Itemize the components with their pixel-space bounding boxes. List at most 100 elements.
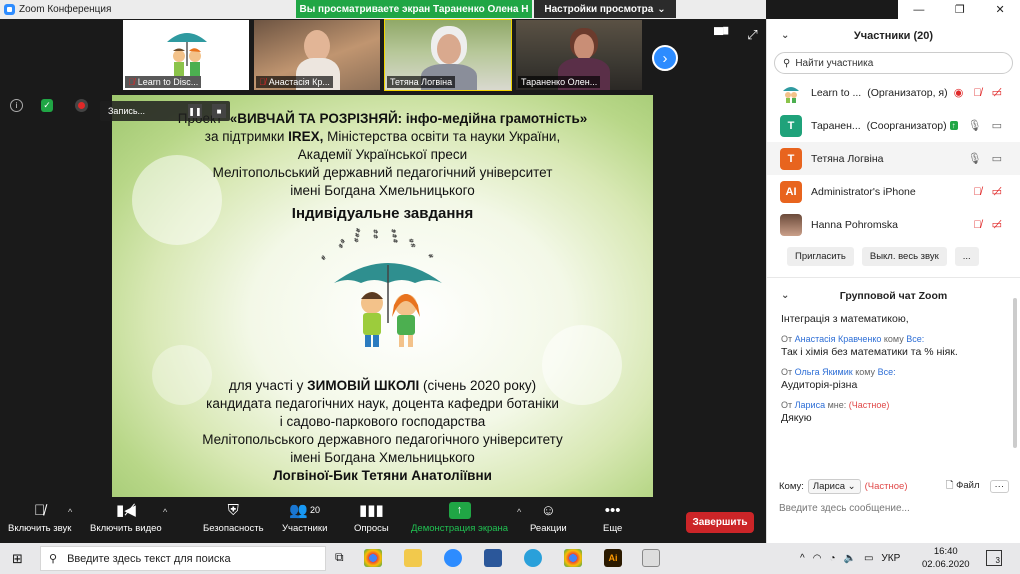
chat-message: От Ольга Якимик кому Все: Аудиторія-різн… [781, 367, 1006, 391]
security-button[interactable]: ⛨ Безопасность [203, 501, 264, 535]
thumbnail-name: 🎙̸ Learn to Disc... [125, 76, 202, 88]
reactions-icon: ☺ [540, 501, 557, 519]
volume-icon[interactable]: 🔈 [843, 553, 855, 564]
video-off-icon: ▮◀̸ [115, 502, 136, 519]
chat-messages: Інтеграція з математикою, От Анастасія К… [767, 313, 1020, 453]
next-page-button[interactable]: › [652, 45, 678, 71]
share-options-caret[interactable]: ^ [517, 507, 521, 517]
participants-more-button[interactable]: ... [954, 246, 979, 266]
recipient-select[interactable]: Лариса ⌄ [807, 478, 861, 494]
chat-sender-link[interactable]: Лариса [795, 400, 825, 410]
audio-options-caret[interactable]: ^ [68, 507, 72, 517]
restore-icon[interactable]: ❐ [955, 3, 965, 16]
chat-sender-link[interactable]: Ольга Якимик [795, 367, 853, 377]
chat-more-icon[interactable]: ··· [989, 479, 1009, 493]
minimize-icon[interactable]: — [913, 4, 924, 16]
more-dots-icon: ••• [604, 501, 621, 519]
keyboard-icon[interactable]: ▭ [864, 553, 873, 564]
info-icon[interactable]: i [10, 99, 23, 112]
zoom-taskbar-icon[interactable] [444, 549, 462, 567]
search-icon: ⚲ [49, 553, 58, 565]
wifi-icon[interactable]: ◔ [829, 553, 835, 564]
mute-all-button[interactable]: Выкл. весь звук [861, 246, 947, 266]
participant-search[interactable]: ⚲ Найти участника [774, 52, 1013, 74]
participants-title: Участники (20) [853, 29, 934, 42]
search-input[interactable]: Найти участника [795, 58, 873, 69]
app-icon[interactable] [642, 549, 660, 567]
chat-sender-link[interactable]: Анастасія Кравченко [795, 334, 882, 344]
learn-logo-icon [783, 86, 799, 103]
participant-actions: Пригласить Выкл. весь звук ... [767, 241, 1020, 271]
avatar [780, 213, 802, 236]
invite-button[interactable]: Пригласить [787, 246, 854, 266]
chevron-down-icon[interactable]: ⌄ [781, 30, 789, 41]
gallery-view-icon[interactable]: ▀▘ [714, 27, 733, 43]
taskbar-clock[interactable]: 16:40 02.06.2020 [922, 545, 970, 571]
network-icon[interactable]: ◠ [813, 553, 822, 564]
reactions-button[interactable]: ☺ Реакции [530, 501, 567, 535]
chrome-icon[interactable] [564, 549, 582, 567]
chevron-up-icon[interactable]: ^ [800, 553, 805, 564]
avatar: AI [780, 180, 802, 203]
file-explorer-icon[interactable] [404, 549, 422, 567]
mic-muted-icon: 🎙̸ [973, 218, 982, 231]
telegram-icon[interactable] [524, 549, 542, 567]
video-thumbnail[interactable]: Тараненко Олен... [515, 19, 643, 91]
svg-text:##: ## [408, 237, 418, 249]
participant-row[interactable]: Hanna Pohromska 🎙̸ ▭̸ [767, 208, 1020, 241]
close-icon[interactable]: ✕ [995, 3, 1004, 16]
illustrator-icon[interactable]: Ai [604, 549, 622, 567]
participant-status-icons: 🎙̸ ▭̸ [973, 218, 1002, 232]
participant-row[interactable]: Learn to ... (Организатор, я) ◉ 🎙̸ ▭̸ [767, 76, 1020, 109]
task-view-icon[interactable]: ⧉ [335, 550, 344, 565]
slide-line-university: Мелітопольський державний педагогічний у… [212, 165, 553, 180]
slide-line-academy: Академії Української преси [297, 147, 468, 162]
more-button[interactable]: ••• Еще [603, 501, 622, 535]
view-icons: ▀▘ ⤢ [714, 27, 758, 43]
chevron-down-icon[interactable]: ⌄ [781, 290, 789, 301]
video-options-caret[interactable]: ^ [163, 507, 167, 517]
language-indicator[interactable]: УКР [881, 553, 900, 564]
video-off-icon: ▭̸ [991, 186, 1002, 198]
polls-button[interactable]: ▮▮▮ Опросы [354, 501, 389, 534]
mic-muted-icon: 🎙̸ [34, 501, 46, 519]
notification-center-icon[interactable]: 3 [986, 550, 1002, 566]
thumbnail-name: Тетяна Логвіна [387, 76, 456, 88]
participant-row[interactable]: T Тетяна Логвіна 🎙 ▭ [767, 142, 1020, 175]
chrome-icon[interactable] [364, 549, 382, 567]
share-banner: Вы просматриваете экран Тараненко Олена … [296, 0, 532, 18]
participant-row[interactable]: T Таранен... (Соорганизатор) ↑ 🎙 ▭ [767, 109, 1020, 142]
chat-title: Групповой чат Zoom [839, 289, 948, 302]
chat-header: ⌄ Групповой чат Zoom [767, 277, 1020, 313]
chat-message-header: От Ольга Якимик кому Все: [781, 367, 896, 377]
windows-start-icon[interactable]: ⊞ [12, 551, 23, 567]
zoom-logo-icon [4, 4, 15, 15]
file-button[interactable]: 🗋 Файл [946, 478, 980, 494]
participant-row[interactable]: AI Administrator's iPhone 🎙̸ ▭̸ [767, 175, 1020, 208]
avatar: T [780, 114, 802, 137]
fullscreen-icon[interactable]: ⤢ [747, 27, 757, 43]
slide-line-winter-school: для участі у ЗИМОВІЙ ШКОЛІ (січень 2020 … [228, 378, 537, 393]
shield-icon: ⛨ [227, 501, 239, 519]
video-thumbnail[interactable]: 🎙̸ Анастасія Кр... [253, 19, 381, 91]
avatar [780, 81, 802, 104]
security-shield-icon[interactable]: ✓ [41, 99, 53, 112]
view-settings-button[interactable]: Настройки просмотра ⌄ [534, 0, 676, 18]
taskbar-search[interactable]: ⚲ Введите здесь текст для поиска [40, 546, 326, 571]
unmute-button[interactable]: 🎙̸ Включить звук [8, 501, 71, 535]
share-screen-button[interactable]: ↑ Демонстрация экрана [411, 501, 508, 534]
word-icon[interactable] [484, 549, 502, 567]
video-thumbnail-active-speaker[interactable]: Тетяна Логвіна [384, 19, 512, 91]
chat-scrollbar[interactable] [1013, 298, 1017, 448]
participants-button[interactable]: 👥 20 Участники [282, 501, 327, 534]
participant-status-icons: ↑ 🎙 ▭ [949, 119, 1002, 132]
chevron-down-icon: ⌄ [657, 3, 666, 15]
pause-recording-icon[interactable]: ❚❚ [188, 104, 202, 118]
video-thumbnail[interactable]: 🎙̸ Learn to Disc... [122, 19, 250, 91]
window-title: Zoom Конференция [19, 4, 112, 15]
end-meeting-button[interactable]: Завершить [686, 512, 754, 533]
stop-recording-icon[interactable]: ■ [212, 104, 226, 118]
chat-input[interactable]: Введите здесь сообщение... [779, 503, 910, 514]
share-screen-icon: ↑ [949, 121, 958, 130]
start-video-button[interactable]: ▮◀̸ Включить видео [90, 501, 162, 534]
